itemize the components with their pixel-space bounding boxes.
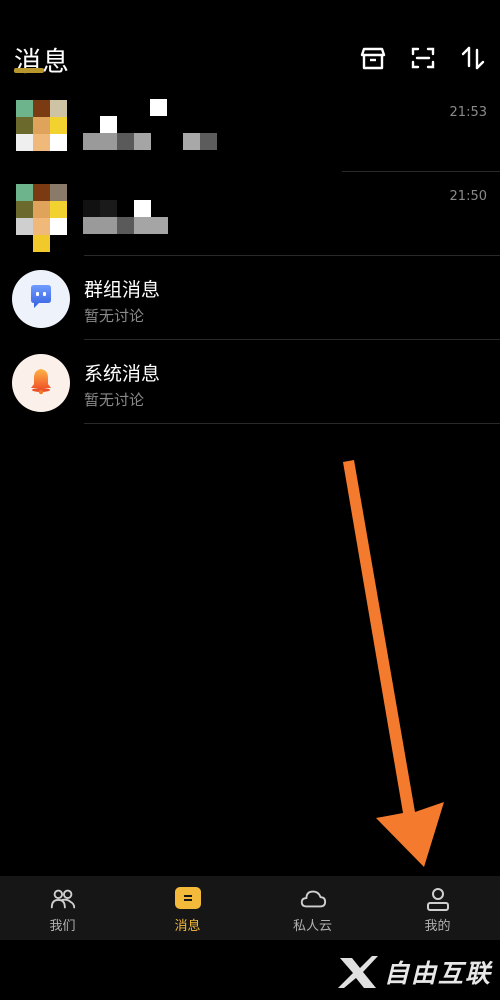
group-chat-icon bbox=[26, 282, 56, 316]
group-avatar bbox=[12, 270, 70, 328]
tab-messages[interactable]: 消息 bbox=[125, 876, 250, 940]
bottom-tab-bar: 我们 消息 私人云 我的 bbox=[0, 876, 500, 940]
header: 消息 bbox=[0, 0, 500, 90]
tab-me[interactable]: 我的 bbox=[375, 876, 500, 940]
chat-preview: 暂无讨论 bbox=[84, 391, 145, 409]
pixelated-avatar bbox=[16, 100, 67, 151]
profile-icon bbox=[424, 886, 452, 912]
chat-preview: 暂无讨论 bbox=[84, 307, 145, 325]
page-title: 消息 bbox=[14, 47, 70, 78]
pixelated-avatar bbox=[16, 184, 67, 252]
people-icon bbox=[49, 886, 77, 912]
message-icon bbox=[174, 886, 202, 912]
chat-name: 群组消息 bbox=[84, 279, 161, 301]
title-underline bbox=[14, 68, 44, 73]
cloud-icon bbox=[299, 886, 327, 912]
watermark: 自由互联 bbox=[337, 954, 492, 990]
tab-label: 私人云 bbox=[292, 919, 332, 934]
watermark-text: 自由互联 bbox=[383, 959, 492, 988]
chat-item-system-messages[interactable]: 系统消息 暂无讨论 bbox=[0, 340, 500, 424]
chat-item[interactable]: 21:53 bbox=[0, 88, 500, 172]
bell-icon bbox=[25, 365, 57, 401]
chat-name: 系统消息 bbox=[84, 363, 161, 385]
watermark-logo-icon bbox=[337, 956, 378, 988]
chat-list: 21:53 21:50 群组消息 暂无讨论 系统消息 暂无讨论 bbox=[0, 88, 500, 424]
tab-label: 我们 bbox=[49, 919, 76, 934]
chat-time: 21:50 bbox=[449, 189, 487, 204]
archive-icon[interactable] bbox=[359, 44, 387, 72]
tab-we[interactable]: 我们 bbox=[0, 876, 125, 940]
chat-item[interactable]: 21:50 bbox=[0, 172, 500, 256]
divider bbox=[84, 423, 500, 424]
chat-item-group-messages[interactable]: 群组消息 暂无讨论 bbox=[0, 256, 500, 340]
tab-label: 消息 bbox=[174, 919, 201, 934]
sort-icon[interactable] bbox=[459, 44, 487, 72]
tab-label: 我的 bbox=[424, 919, 451, 934]
chat-time: 21:53 bbox=[449, 105, 487, 120]
tab-private-cloud[interactable]: 私人云 bbox=[250, 876, 375, 940]
scan-icon[interactable] bbox=[409, 44, 437, 72]
system-avatar bbox=[12, 354, 70, 412]
